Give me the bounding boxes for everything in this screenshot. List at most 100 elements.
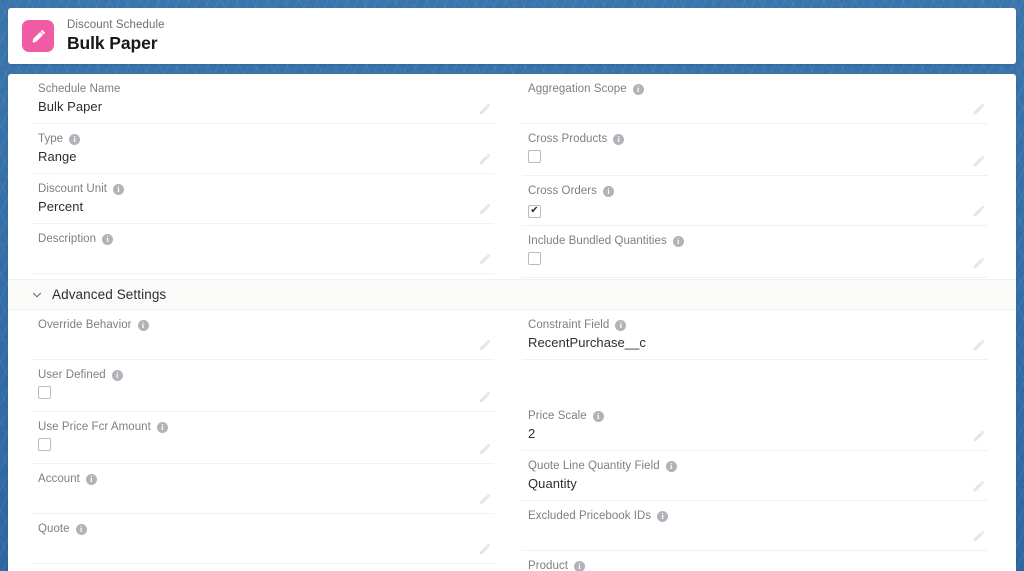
info-icon[interactable]: i — [157, 422, 168, 433]
field-label: Type i — [38, 132, 468, 147]
field-excluded-pricebook-ids[interactable]: Excluded Pricebook IDs i — [522, 501, 988, 551]
edit-pencil-icon[interactable] — [972, 529, 986, 543]
field-use-price-for-amount[interactable]: Use Price Fcr Amount i — [32, 412, 494, 464]
record-detail-card: Schedule Name Bulk Paper Type i Range — [8, 74, 1016, 571]
edit-pencil-icon[interactable] — [478, 102, 492, 116]
field-aggregation-scope[interactable]: Aggregation Scope i — [522, 74, 988, 124]
edit-pencil-icon[interactable] — [972, 479, 986, 493]
edit-pencil-icon[interactable] — [478, 390, 492, 404]
edit-pencil-icon[interactable] — [478, 338, 492, 352]
info-icon[interactable]: i — [615, 320, 626, 331]
field-label: Cross Orders i — [528, 184, 962, 199]
field-value — [528, 147, 962, 168]
info-icon[interactable]: i — [102, 234, 113, 245]
field-label: Quote i — [38, 522, 468, 537]
info-icon[interactable]: i — [657, 511, 668, 522]
info-icon[interactable]: i — [76, 524, 87, 535]
field-value: RecentPurchase__c — [528, 333, 962, 352]
field-value — [38, 435, 468, 456]
edit-pencil-icon[interactable] — [478, 202, 492, 216]
edit-pencil-icon[interactable] — [972, 429, 986, 443]
field-price-scale[interactable]: Price Scale i 2 — [522, 401, 988, 451]
field-type[interactable]: Type i Range — [32, 124, 494, 174]
field-label-text: Description — [38, 232, 96, 247]
discount-schedule-icon — [22, 20, 54, 52]
field-discount-unit[interactable]: Discount Unit i Percent — [32, 174, 494, 224]
main-section-left-column: Schedule Name Bulk Paper Type i Range — [8, 74, 512, 278]
info-icon[interactable]: i — [613, 134, 624, 145]
field-quote-line-quantity-field[interactable]: Quote Line Quantity Field i Quantity — [522, 451, 988, 501]
edit-pencil-icon[interactable] — [478, 442, 492, 456]
field-constraint-field[interactable]: Constraint Field i RecentPurchase__c — [522, 310, 988, 360]
field-value — [38, 537, 468, 556]
field-label-text: Use Price Fcr Amount — [38, 420, 151, 435]
field-cross-products[interactable]: Cross Products i — [522, 124, 988, 176]
info-icon[interactable]: i — [69, 134, 80, 145]
field-label-text: Quote Line Quantity Field — [528, 459, 660, 474]
field-label: Quote Line Quantity Field i — [528, 459, 962, 474]
field-label-text: Include Bundled Quantities — [528, 234, 667, 249]
edit-pencil-icon[interactable] — [972, 338, 986, 352]
field-label: Include Bundled Quantities i — [528, 234, 962, 249]
main-section: Schedule Name Bulk Paper Type i Range — [8, 74, 1016, 278]
info-icon[interactable]: i — [113, 184, 124, 195]
field-value: Bulk Paper — [38, 97, 468, 116]
field-label-text: Excluded Pricebook IDs — [528, 509, 651, 524]
info-icon[interactable]: i — [86, 474, 97, 485]
field-label-text: Cross Orders — [528, 184, 597, 199]
edit-pencil-icon[interactable] — [972, 256, 986, 270]
field-label: Description i — [38, 232, 468, 247]
info-icon[interactable]: i — [666, 461, 677, 472]
info-icon[interactable]: i — [574, 561, 585, 571]
field-label-text: Override Behavior — [38, 318, 132, 333]
edit-pencil-icon[interactable] — [478, 542, 492, 556]
checkbox-include-bundled-quantities[interactable] — [528, 252, 541, 265]
field-value: 2 — [528, 424, 962, 443]
edit-pencil-icon[interactable] — [972, 204, 986, 218]
field-value — [38, 487, 468, 506]
field-label-text: Aggregation Scope — [528, 82, 627, 97]
field-label-text: Type — [38, 132, 63, 147]
field-spacer — [522, 360, 988, 401]
field-label: Discount Unit i — [38, 182, 468, 197]
edit-pencil-icon[interactable] — [972, 102, 986, 116]
field-quote[interactable]: Quote i — [32, 514, 494, 564]
field-user-defined[interactable]: User Defined i — [32, 360, 494, 412]
field-value — [528, 199, 962, 218]
field-label: Aggregation Scope i — [528, 82, 962, 97]
field-cross-orders[interactable]: Cross Orders i — [522, 176, 988, 226]
field-value: Percent — [38, 197, 468, 216]
field-value — [528, 249, 962, 270]
edit-pencil-icon[interactable] — [478, 252, 492, 266]
field-schedule-name[interactable]: Schedule Name Bulk Paper — [32, 74, 494, 124]
checkbox-user-defined[interactable] — [38, 386, 51, 399]
edit-pencil-icon[interactable] — [478, 152, 492, 166]
advanced-section-right-column: Constraint Field i RecentPurchase__c — [512, 310, 1016, 571]
info-icon[interactable]: i — [603, 186, 614, 197]
field-label: User Defined i — [38, 368, 468, 383]
record-header: Discount Schedule Bulk Paper — [8, 8, 1016, 64]
field-quote-line[interactable]: Quote Line i — [32, 564, 494, 571]
edit-pencil-icon[interactable] — [478, 492, 492, 506]
field-override-behavior[interactable]: Override Behavior i — [32, 310, 494, 360]
chevron-down-icon[interactable] — [30, 288, 43, 301]
edit-pencil-icon[interactable] — [972, 154, 986, 168]
field-value — [528, 368, 962, 387]
record-header-text: Discount Schedule Bulk Paper — [67, 18, 165, 54]
field-label-text: Price Scale — [528, 409, 587, 424]
info-icon[interactable]: i — [633, 84, 644, 95]
field-label: Account i — [38, 472, 468, 487]
field-product[interactable]: Product i — [522, 551, 988, 571]
info-icon[interactable]: i — [673, 236, 684, 247]
info-icon[interactable]: i — [112, 370, 123, 381]
section-advanced-settings-header[interactable]: Advanced Settings — [8, 279, 1016, 310]
field-account[interactable]: Account i — [32, 464, 494, 514]
checkbox-cross-orders[interactable] — [528, 205, 541, 218]
field-include-bundled-quantities[interactable]: Include Bundled Quantities i — [522, 226, 988, 278]
info-icon[interactable]: i — [593, 411, 604, 422]
info-icon[interactable]: i — [138, 320, 149, 331]
field-description[interactable]: Description i — [32, 224, 494, 274]
checkbox-cross-products[interactable] — [528, 150, 541, 163]
checkbox-use-price-for-amount[interactable] — [38, 438, 51, 451]
page-title: Bulk Paper — [67, 32, 165, 54]
